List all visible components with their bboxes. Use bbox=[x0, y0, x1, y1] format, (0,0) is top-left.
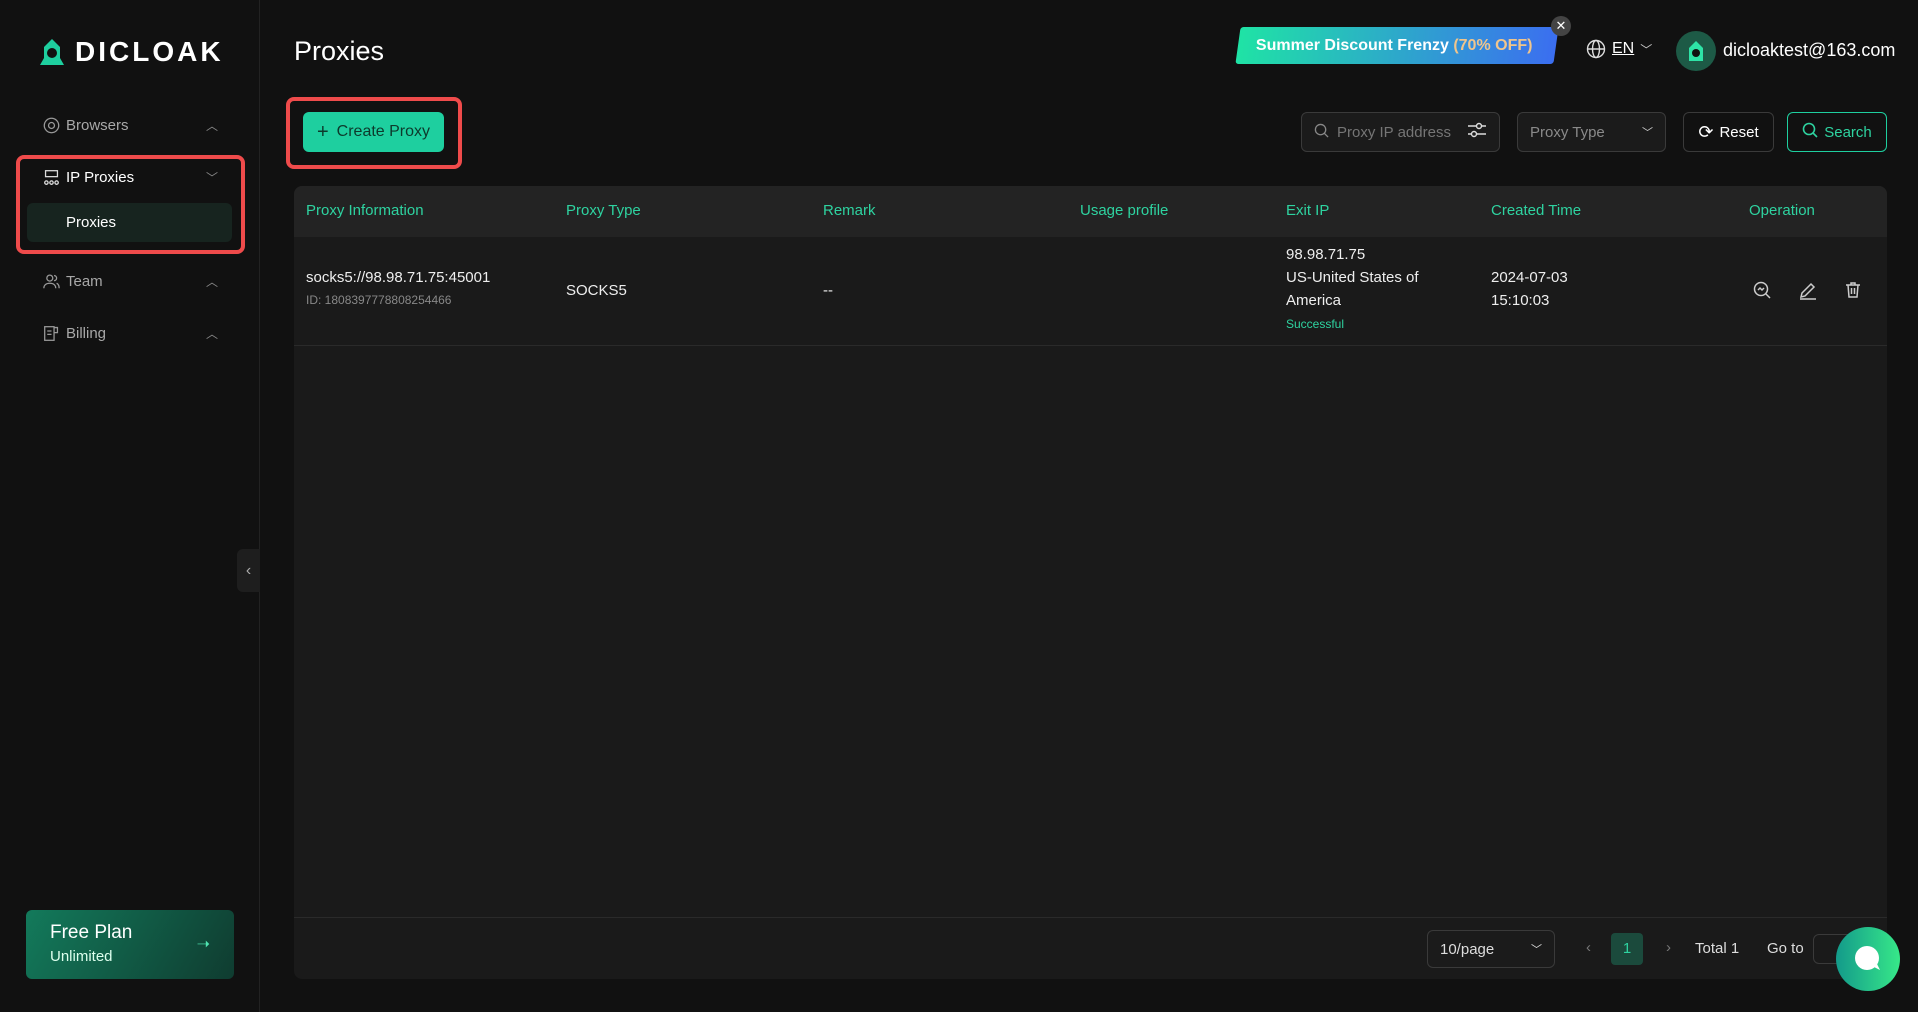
language-label: EN bbox=[1612, 40, 1635, 57]
proxy-type: SOCKS5 bbox=[566, 282, 627, 299]
column-header: Proxy Information bbox=[306, 202, 424, 219]
exit-location: America bbox=[1286, 292, 1342, 309]
sidebar-item-label: IP Proxies bbox=[66, 168, 135, 186]
create-proxy-button[interactable]: + Create Proxy bbox=[303, 112, 444, 152]
proxies-table: Proxy Information Proxy Type Remark Usag… bbox=[294, 186, 1887, 979]
column-header: Operation bbox=[1749, 202, 1815, 219]
chevron-down-icon: ﹀ bbox=[205, 170, 218, 185]
next-page-button[interactable]: › bbox=[1666, 939, 1671, 956]
filter-sliders-icon[interactable] bbox=[1467, 121, 1487, 143]
reset-label: Reset bbox=[1719, 123, 1759, 141]
banner-offer: (70% OFF) bbox=[1453, 36, 1533, 54]
plus-icon: + bbox=[316, 120, 329, 143]
search-icon bbox=[1314, 123, 1329, 142]
column-header: Remark bbox=[823, 202, 876, 219]
page-title: Proxies bbox=[294, 36, 385, 66]
chevron-up-icon: ︿ bbox=[205, 326, 218, 341]
promo-banner[interactable]: Summer Discount Frenzy (70% OFF) bbox=[1235, 27, 1559, 64]
avatar[interactable] bbox=[1676, 31, 1716, 71]
reset-button[interactable]: ⟳ Reset bbox=[1683, 112, 1774, 152]
exit-location: US-United States of bbox=[1286, 269, 1419, 286]
sidebar-item-label: Billing bbox=[66, 324, 107, 342]
plan-subtitle: Unlimited bbox=[50, 948, 113, 965]
arrow-icon: ➝ bbox=[196, 936, 210, 953]
language-selector[interactable]: EN ﹀ bbox=[1586, 39, 1652, 59]
user-email[interactable]: dicloaktest@163.com bbox=[1723, 40, 1895, 61]
exit-ip: 98.98.71.75 bbox=[1286, 246, 1366, 263]
billing-icon bbox=[42, 324, 60, 342]
total-count: Total 1 bbox=[1695, 940, 1740, 957]
pagination: 10/page ﹀ ‹ 1 › Total 1 Go to bbox=[294, 917, 1887, 979]
chevron-down-icon: ﹀ bbox=[1640, 42, 1653, 57]
chrome-icon bbox=[42, 116, 60, 134]
chat-support-button[interactable] bbox=[1836, 927, 1900, 991]
goto-label: Go to bbox=[1767, 940, 1804, 957]
logo-text: DICLOAK bbox=[75, 36, 224, 67]
column-header: Created Time bbox=[1491, 202, 1582, 219]
sidebar-item-label: Browsers bbox=[66, 116, 129, 134]
chevron-up-icon: ︿ bbox=[205, 118, 218, 133]
prev-page-button[interactable]: ‹ bbox=[1586, 939, 1591, 956]
close-banner-button[interactable]: ✕ bbox=[1551, 16, 1571, 36]
chevron-up-icon: ︿ bbox=[205, 274, 218, 289]
proxy-id: ID: 1808397778808254466 bbox=[306, 293, 452, 307]
chat-icon bbox=[1855, 946, 1880, 970]
chevron-left-icon: ‹ bbox=[245, 561, 252, 579]
proxy-address: socks5://98.98.71.75:45001 bbox=[306, 269, 491, 286]
created-date: 2024-07-03 bbox=[1491, 269, 1568, 286]
create-proxy-label: Create Proxy bbox=[336, 123, 431, 140]
network-icon bbox=[42, 168, 60, 186]
chevron-down-icon: ﹀ bbox=[1642, 127, 1653, 139]
search-button[interactable]: Search bbox=[1787, 112, 1887, 152]
team-icon bbox=[42, 272, 60, 290]
remark: -- bbox=[823, 282, 833, 299]
refresh-icon: ⟳ bbox=[1698, 121, 1714, 142]
proxy-ip-input[interactable] bbox=[1337, 123, 1457, 141]
avatar-icon bbox=[1689, 41, 1703, 61]
column-header: Usage profile bbox=[1080, 202, 1169, 219]
sidebar-item-browsers[interactable]: Browsers ︿ bbox=[42, 116, 218, 134]
table-header: Proxy Information Proxy Type Remark Usag… bbox=[294, 186, 1887, 237]
collapse-sidebar-button[interactable]: ‹ bbox=[237, 549, 260, 592]
proxy-ip-search[interactable] bbox=[1301, 112, 1500, 152]
status-badge: Successful bbox=[1286, 317, 1345, 331]
banner-text: Summer Discount Frenzy bbox=[1256, 36, 1449, 54]
close-icon: ✕ bbox=[1555, 18, 1567, 33]
sidebar-item-label: Team bbox=[66, 272, 103, 290]
column-header: Proxy Type bbox=[566, 202, 641, 219]
column-header: Exit IP bbox=[1286, 202, 1330, 219]
page-1-button[interactable]: 1 bbox=[1611, 933, 1643, 965]
plan-card[interactable]: Free Plan Unlimited ➝ bbox=[26, 910, 234, 979]
edit-icon[interactable] bbox=[1798, 280, 1820, 302]
plan-title: Free Plan bbox=[50, 922, 133, 943]
table-row: socks5://98.98.71.75:45001 ID: 180839777… bbox=[294, 237, 1887, 346]
sidebar-item-team[interactable]: Team ︿ bbox=[42, 272, 218, 290]
page-size-label: 10/page bbox=[1440, 940, 1495, 958]
search-label: Search bbox=[1824, 123, 1872, 141]
logo-icon bbox=[40, 39, 64, 65]
sidebar-item-ip-proxies[interactable]: IP Proxies ﹀ bbox=[42, 168, 218, 186]
chevron-down-icon: ﹀ bbox=[1531, 944, 1542, 956]
created-time: 15:10:03 bbox=[1491, 292, 1550, 309]
delete-icon[interactable] bbox=[1843, 280, 1865, 302]
proxy-type-placeholder: Proxy Type bbox=[1530, 123, 1605, 141]
proxy-type-select[interactable]: Proxy Type ﹀ bbox=[1517, 112, 1666, 152]
logo[interactable]: DICLOAK bbox=[39, 36, 224, 68]
search-icon bbox=[1802, 122, 1818, 142]
sidebar-item-billing[interactable]: Billing ︿ bbox=[42, 324, 218, 342]
globe-icon bbox=[1586, 39, 1606, 59]
page-size-select[interactable]: 10/page ﹀ bbox=[1427, 930, 1555, 968]
sidebar: DICLOAK Browsers ︿ IP Proxies ﹀ Proxies … bbox=[0, 0, 260, 1012]
sidebar-subitem-proxies[interactable]: Proxies bbox=[27, 203, 232, 242]
check-proxy-icon[interactable] bbox=[1752, 280, 1774, 302]
